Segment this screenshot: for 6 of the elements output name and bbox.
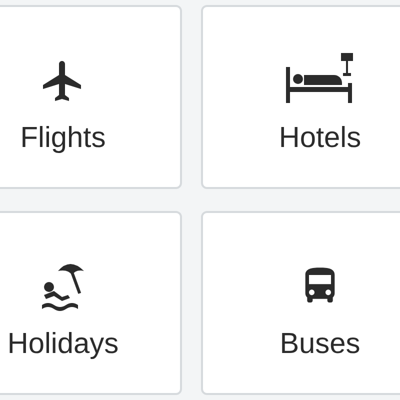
beach-umbrella-icon (40, 261, 86, 312)
category-tile[interactable]: Buses (201, 211, 400, 395)
category-tile[interactable]: Holidays (0, 211, 182, 395)
category-tile[interactable]: Hotels (201, 5, 400, 189)
category-tile[interactable]: Flights (0, 5, 182, 189)
bed-icon (284, 53, 356, 106)
